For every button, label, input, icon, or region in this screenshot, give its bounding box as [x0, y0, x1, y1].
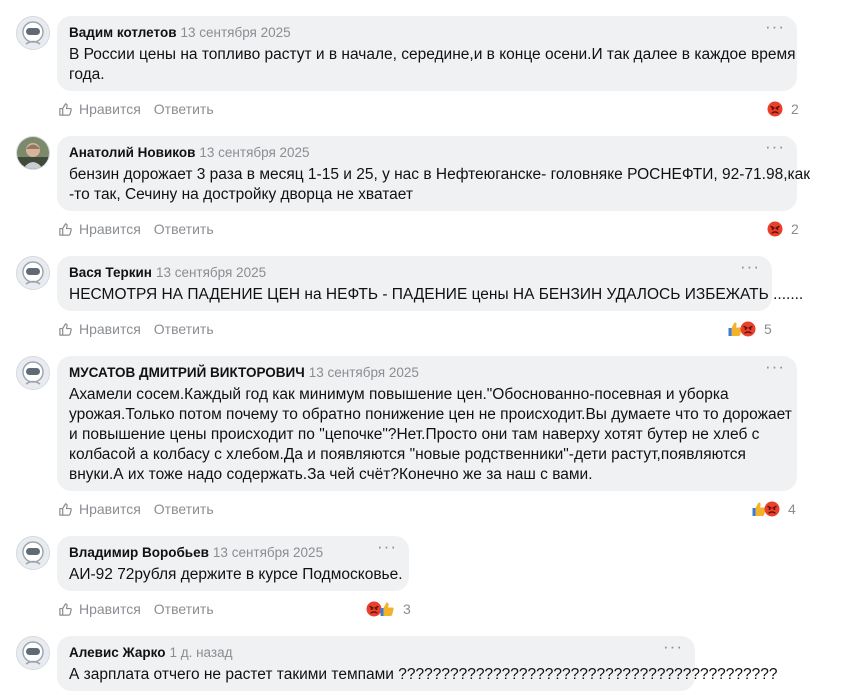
comment-author[interactable]: Владимир Воробьев	[69, 545, 209, 560]
comment-actions: Нравится Ответить	[58, 100, 214, 118]
like-button[interactable]: Нравится	[58, 601, 141, 617]
reaction-count: 2	[791, 101, 799, 117]
reactions[interactable]: 4	[751, 500, 796, 518]
comment-date: 13 сентября 2025	[308, 365, 419, 380]
comment-bubble: Анатолий Новиков 13 сентября 2025 ··· бен…	[57, 136, 811, 211]
more-options-icon[interactable]: ···	[740, 258, 760, 275]
user-avatar[interactable]	[16, 636, 50, 670]
thumbs-up-outline-icon	[59, 602, 72, 616]
like-button[interactable]: Нравится	[58, 501, 141, 517]
comment-date: 13 сентября 2025	[199, 145, 310, 160]
reply-button[interactable]: Ответить	[154, 501, 214, 517]
user-avatar[interactable]	[16, 536, 50, 570]
comment-actions: Нравится Ответить	[58, 320, 214, 338]
comment-text: АИ-92 72рубля держите в курсе Подмосковь…	[69, 566, 403, 583]
user-avatar[interactable]	[16, 16, 50, 50]
comment-author[interactable]: Вася Теркин	[69, 265, 152, 280]
thumbs-up-outline-icon	[59, 222, 72, 236]
comment-text: В России цены на топливо растут и в нача…	[69, 46, 796, 83]
comment-author[interactable]: Анатолий Новиков	[69, 145, 195, 160]
reply-button[interactable]: Ответить	[154, 321, 214, 337]
default-avatar-icon	[17, 17, 49, 49]
comment-date: 1 д. назад	[169, 645, 233, 660]
comment-author[interactable]: Вадим котлетов	[69, 25, 177, 40]
reaction-count: 4	[788, 501, 796, 517]
reactions[interactable]: 2	[767, 220, 799, 238]
more-options-icon[interactable]: ···	[765, 358, 785, 375]
thumbs-up-outline-icon	[59, 322, 72, 336]
reactions[interactable]: 5	[727, 320, 772, 338]
comment-bubble: Вадим котлетов 13 сентября 2025 ··· В Рос…	[57, 16, 797, 91]
like-button[interactable]: Нравится	[58, 101, 141, 117]
comment-text: бензин дорожает 3 раза в месяц 1-15 и 25…	[69, 166, 811, 203]
user-avatar[interactable]	[16, 356, 50, 390]
comment-text: НЕСМОТРЯ НА ПАДЕНИЕ ЦЕН на НЕФТЬ - ПАДЕН…	[69, 286, 804, 303]
more-options-icon[interactable]: ···	[663, 638, 683, 655]
more-options-icon[interactable]: ···	[765, 138, 785, 155]
reaction-count: 2	[791, 221, 799, 237]
thumbs-up-outline-icon	[59, 502, 72, 516]
thumbs-up-emoji-icon	[379, 601, 395, 617]
reply-button[interactable]: Ответить	[154, 221, 214, 237]
thumbs-up-outline-icon	[59, 102, 72, 116]
angry-emoji-icon	[767, 101, 783, 117]
angry-emoji-icon	[767, 221, 783, 237]
comment-actions: Нравится Ответить	[58, 600, 214, 618]
comment-date: 13 сентября 2025	[180, 25, 291, 40]
user-avatar[interactable]	[16, 136, 50, 170]
reaction-count: 5	[764, 321, 772, 337]
comment-bubble: МУСАТОВ ДМИТРИЙ ВИКТОРОВИЧ 13 сентября 20…	[57, 356, 797, 491]
reactions[interactable]: 2	[767, 100, 799, 118]
comment-author[interactable]: МУСАТОВ ДМИТРИЙ ВИКТОРОВИЧ	[69, 365, 305, 380]
default-avatar-icon	[17, 357, 49, 389]
comment-bubble: Вася Теркин 13 сентября 2025 ··· НЕСМОТРЯ…	[57, 256, 804, 311]
like-button[interactable]: Нравится	[58, 221, 141, 237]
default-avatar-icon	[17, 537, 49, 569]
reply-button[interactable]: Ответить	[154, 601, 214, 617]
default-avatar-icon	[17, 637, 49, 669]
comment-text: Ахамели сосем.Каждый год как минимум пов…	[69, 386, 792, 483]
more-options-icon[interactable]: ···	[765, 18, 785, 35]
comment-actions: Нравится Ответить	[58, 220, 214, 238]
angry-emoji-icon	[740, 321, 756, 337]
reactions[interactable]: 3	[366, 600, 411, 618]
user-avatar[interactable]	[16, 256, 50, 290]
comment-bubble: Владимир Воробьев 13 сентября 2025 ··· АИ…	[57, 536, 409, 591]
comment-date: 13 сентября 2025	[155, 265, 267, 280]
angry-emoji-icon	[764, 501, 780, 517]
default-avatar-icon	[17, 257, 49, 289]
profile-photo-icon	[17, 137, 49, 169]
comment-author[interactable]: Алевис Жарко	[69, 645, 165, 660]
comment-text: А зарплата отчего не растет такими темпа…	[69, 666, 778, 683]
comment-date: 13 сентября 2025	[212, 545, 324, 560]
more-options-icon[interactable]: ···	[377, 538, 397, 555]
reaction-count: 3	[403, 601, 411, 617]
comment-bubble: Алевис Жарко 1 д. назад ··· А зарплата от…	[57, 636, 778, 691]
like-button[interactable]: Нравится	[58, 321, 141, 337]
comment-actions: Нравится Ответить	[58, 500, 214, 518]
reply-button[interactable]: Ответить	[154, 101, 214, 117]
